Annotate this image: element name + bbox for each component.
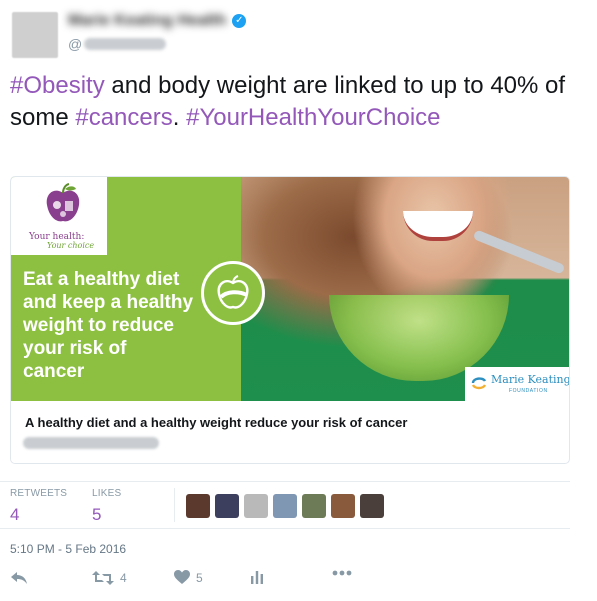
tweet-text: #Obesity and body weight are linked to u…: [10, 70, 580, 134]
green-headline: Eat a healthy diet and keep a healthy we…: [23, 269, 194, 382]
hashtag-link[interactable]: #YourHealthYourChoice: [186, 104, 440, 131]
photo-fork: [472, 229, 566, 275]
retweets-value: 4: [10, 505, 20, 524]
like-button[interactable]: 5: [174, 570, 203, 585]
likes-stat[interactable]: LIKES 5: [92, 488, 121, 525]
brand-logo: Marie Keating FOUNDATION: [465, 367, 569, 401]
heart-icon: [174, 570, 190, 584]
account-handle[interactable]: @: [68, 36, 167, 52]
card-title[interactable]: A healthy diet and a healthy weight redu…: [25, 415, 407, 430]
apple-tape-icon: [201, 261, 265, 325]
reply-button[interactable]: [10, 570, 28, 586]
logo-line2: Your choice: [47, 241, 95, 250]
like-count: 5: [196, 570, 203, 585]
retweets-stat[interactable]: RETWEETS 4: [10, 488, 67, 525]
engagement-stats: RETWEETS 4 LIKES 5: [0, 481, 570, 529]
link-card[interactable]: Your health: Your choice Eat a healthy d…: [10, 176, 570, 464]
liker-avatar[interactable]: [186, 494, 210, 518]
analytics-button[interactable]: [250, 570, 264, 584]
liker-avatar[interactable]: [273, 494, 297, 518]
brand-title: Marie Keating: [491, 373, 569, 386]
liker-avatar[interactable]: [302, 494, 326, 518]
timestamp[interactable]: 5:10 PM - 5 Feb 2016: [10, 542, 126, 556]
liker-avatar[interactable]: [331, 494, 355, 518]
liker-avatar[interactable]: [215, 494, 239, 518]
more-button[interactable]: [332, 570, 352, 576]
liker-avatar[interactable]: [360, 494, 384, 518]
reply-icon: [11, 572, 27, 584]
account-name[interactable]: Marie Keating Health: [68, 12, 226, 30]
card-url-redacted[interactable]: [23, 437, 159, 449]
tweet-actions: 4 5: [10, 570, 570, 594]
photo-smile: [403, 211, 473, 241]
tweet-text-segment: .: [172, 104, 187, 131]
campaign-logo: Your health: Your choice: [11, 177, 107, 255]
likes-label: LIKES: [92, 488, 122, 499]
retweets-label: RETWEETS: [10, 488, 68, 499]
liker-avatar[interactable]: [244, 494, 268, 518]
stats-divider: [174, 488, 175, 522]
handle-redacted: [84, 38, 167, 50]
handle-prefix: @: [68, 36, 83, 52]
card-image[interactable]: Your health: Your choice Eat a healthy d…: [11, 177, 569, 401]
retweet-button[interactable]: 4: [92, 570, 127, 586]
analytics-icon: [251, 571, 263, 584]
apple-logo-icon: [46, 183, 80, 222]
likes-value: 5: [92, 505, 102, 524]
account-name-row[interactable]: Marie Keating Health ✓: [68, 12, 247, 30]
hashtag-link[interactable]: #cancers: [75, 104, 172, 131]
retweet-count: 4: [120, 571, 127, 585]
avatar[interactable]: [12, 12, 58, 58]
more-icon: [332, 570, 352, 576]
hashtag-link[interactable]: #Obesity: [10, 72, 105, 99]
retweet-icon: [92, 571, 114, 585]
tweet-header: Marie Keating Health ✓ @: [12, 12, 572, 60]
brand-subtitle: FOUNDATION: [509, 388, 548, 394]
liker-avatars: [186, 494, 384, 518]
verified-badge-icon: ✓: [232, 14, 247, 28]
brand-swirl-icon: [471, 377, 487, 390]
